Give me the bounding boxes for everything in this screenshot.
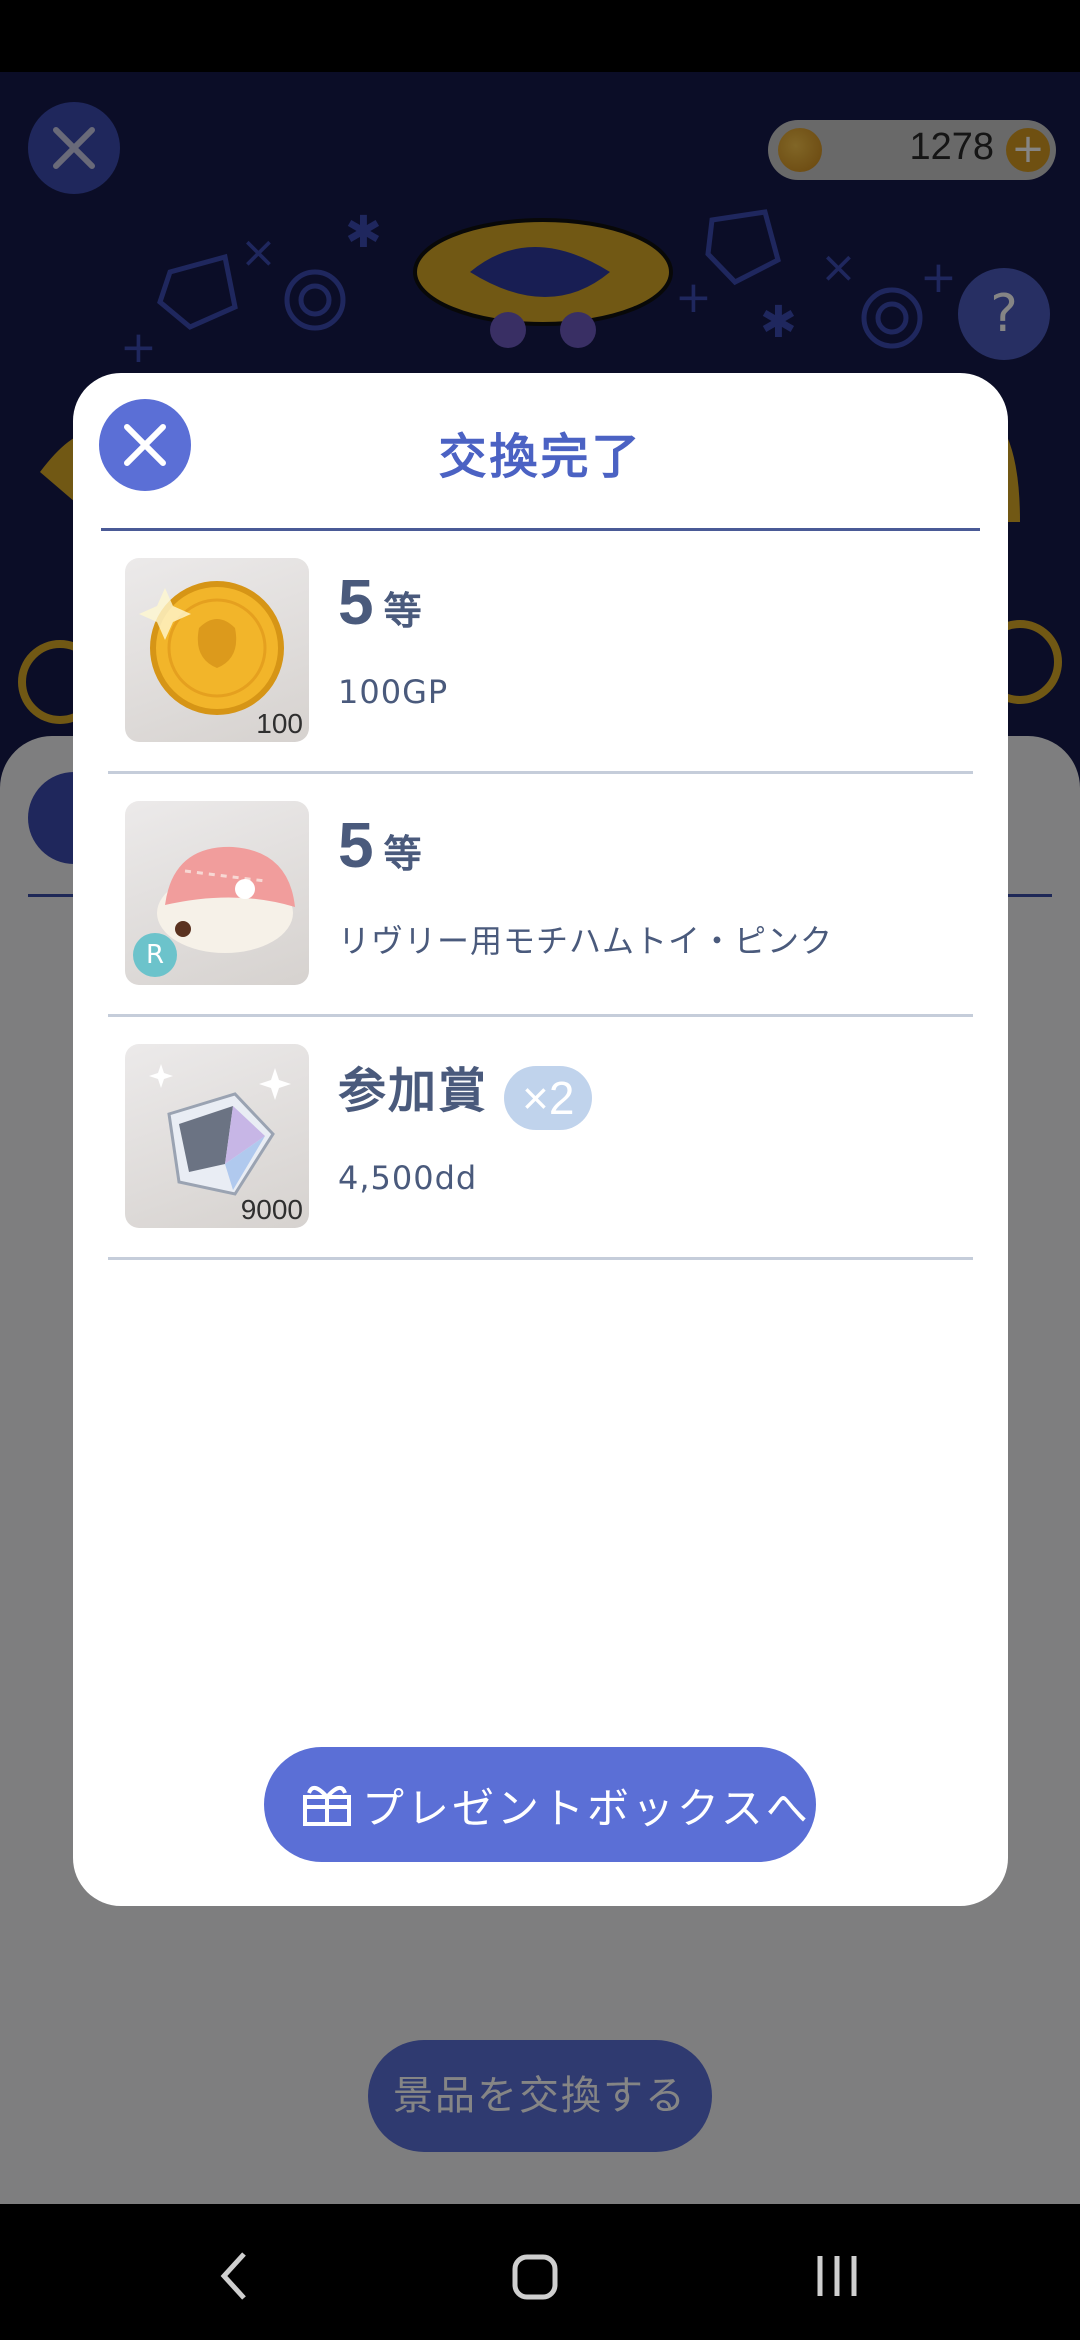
prize-rank: 参加賞 ×2 [338, 1051, 593, 1130]
exchange-complete-dialog: 交換完了 100 5等 100GP R 5 等 リヴリー用モチハムトイ・ピンク … [73, 373, 1008, 1906]
prize-rank-number: 5 [338, 566, 374, 638]
app-root: + × ✱ + × ✱ + 1278 + ? 景品を交換する 交換完了 100 … [0, 0, 1080, 2340]
prize-description: 100GP [338, 673, 449, 711]
prize-rank: 5等 [338, 565, 422, 639]
gift-icon [303, 1785, 351, 1826]
system-nav-bar [0, 2204, 1080, 2340]
status-bar [0, 0, 1080, 72]
rarity-badge: R [133, 933, 177, 977]
prize-thumbnail: R [125, 801, 309, 985]
present-box-button[interactable]: プレゼントボックスへ [264, 1747, 816, 1862]
prize-thumbnail: 9000 [125, 1044, 309, 1228]
prize-item: 100 5等 100GP [108, 531, 973, 774]
back-icon[interactable] [214, 2248, 254, 2304]
present-box-button-label: プレゼントボックスへ [362, 1784, 811, 1833]
prize-quantity: 9000 [240, 1194, 303, 1225]
prize-description: 4,500dd [338, 1159, 478, 1197]
prize-rank-suffix: 等 [383, 589, 422, 633]
prize-item: R 5等 リヴリー用モチハムトイ・ピンク [108, 774, 973, 1017]
home-icon[interactable] [510, 2248, 560, 2304]
prize-rank-text: 参加賞 [338, 1063, 489, 1119]
prize-thumbnail: 100 [125, 558, 309, 742]
prize-rank-number: 5 [338, 809, 374, 881]
prize-rank: 5等 [338, 808, 422, 882]
recents-icon[interactable] [812, 2248, 862, 2304]
prize-quantity: 100 [256, 708, 303, 739]
prize-description: リヴリー用モチハムトイ・ピンク [338, 922, 834, 960]
dialog-title: 交換完了 [438, 429, 643, 485]
prize-rank-suffix: 等 [383, 832, 422, 876]
prize-item: 9000 参加賞 ×2 4,500dd [108, 1017, 973, 1260]
prize-list: 100 5等 100GP R 5 等 リヴリー用モチハムトイ・ピンク 9000 … [108, 531, 973, 1260]
multiplier-badge: ×2 [504, 1065, 593, 1130]
